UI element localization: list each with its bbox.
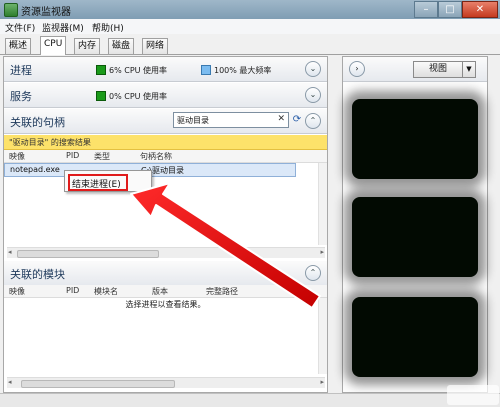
refresh-search-icon[interactable]: ⟳	[290, 113, 304, 127]
col-module-path[interactable]: 完整路径	[206, 286, 238, 297]
resource-monitor-icon	[4, 3, 18, 17]
col-handle-name[interactable]: 句柄名称	[140, 151, 172, 162]
scroll-right-arrow-icon[interactable]: ▸	[320, 248, 324, 256]
max-frequency-indicator	[201, 65, 211, 75]
scroll-left-arrow-icon[interactable]: ◂	[8, 248, 12, 256]
modules-empty-message: 选择进程以查看结果。	[125, 300, 206, 309]
modules-scroll-left-arrow-icon[interactable]: ◂	[8, 378, 12, 386]
tab-cpu[interactable]: CPU	[40, 36, 67, 55]
tab-memory[interactable]: 内存	[74, 38, 101, 54]
modules-section-header[interactable]: 关联的模块 ⌃	[4, 261, 327, 286]
services-section-header[interactable]: 服务 0% CPU 使用率 ⌄	[4, 83, 327, 108]
context-menu: 结束进程(E)	[64, 170, 152, 192]
modules-scroll-thumb[interactable]	[21, 380, 175, 388]
graphs-header: › 视图 ▼	[343, 57, 487, 82]
processes-cpu-usage: 6% CPU 使用率	[109, 66, 168, 75]
handles-title: 关联的句柄	[10, 116, 65, 129]
status-bar	[0, 393, 500, 407]
modules-horizontal-scrollbar[interactable]: ◂ ▸	[7, 377, 325, 388]
cpu-total-graph	[352, 99, 478, 179]
expand-services-chevron-icon[interactable]: ⌄	[305, 87, 321, 103]
menu-bar: 文件(F) 监视器(M) 帮助(H)	[0, 19, 500, 34]
graphs-pane: › 视图 ▼	[342, 56, 488, 393]
minimize-button[interactable]: –	[414, 1, 438, 18]
handles-column-headers: 映像 PID 类型 句柄名称	[4, 150, 327, 163]
menu-file[interactable]: 文件(F)	[5, 21, 35, 34]
cpu-details-pane: 进程 6% CPU 使用率 100% 最大频率 ⌄ 服务 0% CPU 使用率 …	[3, 56, 328, 393]
close-button[interactable]: ✕	[462, 1, 498, 18]
row-image: notepad.exe	[10, 165, 60, 174]
clear-search-icon[interactable]: ✕	[277, 114, 285, 124]
handle-search-input[interactable]: 驱动目录 ✕	[173, 112, 289, 128]
menu-monitor[interactable]: 监视器(M)	[42, 21, 84, 34]
modules-title: 关联的模块	[10, 268, 65, 281]
col-module-image[interactable]: 映像	[9, 286, 25, 297]
handles-scroll-thumb[interactable]	[17, 250, 159, 258]
watermark	[447, 385, 499, 405]
processes-max-frequency: 100% 最大频率	[214, 66, 272, 75]
resource-monitor-window: 资源监视器 – □ ✕ 文件(F) 监视器(M) 帮助(H) 概述 CPU 内存…	[0, 0, 500, 407]
view-button[interactable]: 视图	[413, 61, 463, 78]
col-module-name[interactable]: 模块名	[94, 286, 118, 297]
col-module-version[interactable]: 版本	[152, 286, 168, 297]
tab-strip: 概述 CPU 内存 磁盘 网络	[0, 34, 500, 55]
services-cpu-usage: 0% CPU 使用率	[109, 92, 168, 101]
modules-vertical-scrollbar[interactable]	[318, 298, 327, 374]
handles-vertical-scrollbar[interactable]	[318, 163, 327, 245]
col-type[interactable]: 类型	[94, 151, 110, 162]
col-module-pid[interactable]: PID	[66, 286, 79, 295]
menu-help[interactable]: 帮助(H)	[92, 21, 124, 34]
services-title: 服务	[10, 90, 32, 103]
col-pid[interactable]: PID	[66, 151, 79, 160]
view-dropdown-arrow-icon[interactable]: ▼	[462, 61, 476, 78]
cpu-usage-indicator	[96, 65, 106, 75]
end-process-menu-item[interactable]: 结束进程(E)	[68, 174, 128, 191]
maximize-button[interactable]: □	[438, 1, 462, 18]
cpu-core-graph-1	[352, 197, 478, 277]
processes-title: 进程	[10, 64, 32, 77]
window-title: 资源监视器	[21, 7, 71, 18]
col-image[interactable]: 映像	[9, 151, 25, 162]
collapse-modules-chevron-icon[interactable]: ⌃	[305, 265, 321, 281]
expand-processes-chevron-icon[interactable]: ⌄	[305, 61, 321, 77]
tab-network[interactable]: 网络	[142, 38, 169, 54]
modules-column-headers: 映像 PID 模块名 版本 完整路径	[4, 285, 327, 298]
cpu-core-graph-2	[352, 297, 478, 377]
handles-horizontal-scrollbar[interactable]: ◂ ▸	[7, 247, 325, 258]
modules-scroll-right-arrow-icon[interactable]: ▸	[320, 378, 324, 386]
collapse-graphs-chevron-icon[interactable]: ›	[349, 61, 365, 77]
processes-section-header[interactable]: 进程 6% CPU 使用率 100% 最大频率 ⌄	[4, 57, 327, 82]
tab-overview[interactable]: 概述	[5, 38, 32, 54]
services-cpu-indicator	[96, 91, 106, 101]
search-results-banner: "驱动目录" 的搜索结果	[4, 135, 327, 150]
title-bar: 资源监视器 – □ ✕	[0, 0, 500, 19]
end-process-label: 结束进程(E)	[72, 180, 121, 190]
collapse-handles-chevron-icon[interactable]: ⌃	[305, 113, 321, 129]
handle-search-value: 驱动目录	[177, 116, 209, 125]
search-results-text: "驱动目录" 的搜索结果	[9, 138, 91, 147]
tab-disk[interactable]: 磁盘	[108, 38, 135, 54]
